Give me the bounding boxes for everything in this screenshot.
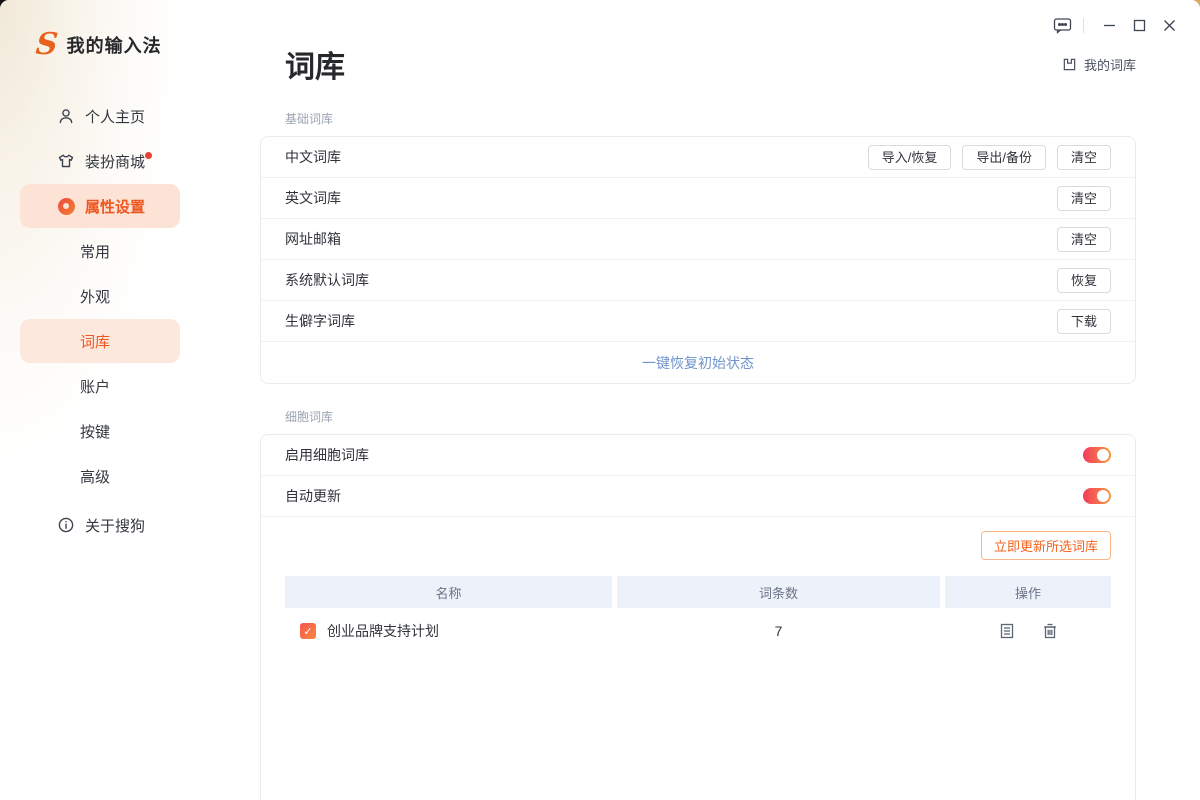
row-label: 英文词库 [285,188,341,208]
row-reset-link: 一键恢复初始状态 [261,342,1135,383]
sidebar-item-account[interactable]: 账户 [20,364,180,408]
sidebar-item-label: 关于搜狗 [85,515,145,536]
download-button[interactable]: 下载 [1057,309,1111,334]
sidebar-item-advanced[interactable]: 高级 [20,454,180,498]
close-button[interactable] [1154,12,1184,38]
clear-button[interactable]: 清空 [1057,227,1111,252]
header-operations: 操作 [945,576,1111,608]
cell-lexicon-table: 名称 词条数 操作 ✓ 创业品牌支持计划 7 [285,576,1111,654]
sidebar-item-profile[interactable]: 个人主页 [20,94,180,138]
row-english-lexicon: 英文词库 清空 [261,178,1135,219]
tshirt-icon [56,151,76,171]
sidebar-item-label: 外观 [80,286,110,307]
row-label: 自动更新 [285,486,341,506]
restore-button[interactable]: 恢复 [1057,268,1111,293]
row-label: 启用细胞词库 [285,445,369,465]
my-lexicon-label: 我的词库 [1084,55,1136,74]
sidebar-item-about[interactable]: 关于搜狗 [20,503,180,547]
sidebar-item-label: 个人主页 [85,106,145,127]
sidebar-item-appearance[interactable]: 外观 [20,274,180,318]
table-header: 名称 词条数 操作 [285,576,1111,608]
sidebar: S 我的输入法 个人主页 装扮商城 属性设置 常用 外观 词库 [0,0,200,800]
header-name: 名称 [285,576,612,608]
row-auto-update: 自动更新 [261,476,1135,517]
page-title: 词库 [285,42,345,86]
row-label: 生僻字词库 [285,311,355,331]
sidebar-item-settings[interactable]: 属性设置 [20,184,180,228]
app-title: 我的输入法 [67,32,162,58]
row-chinese-lexicon: 中文词库 导入/恢复 导出/备份 清空 [261,137,1135,178]
table-row: ✓ 创业品牌支持计划 7 [285,608,1111,654]
trash-icon[interactable] [1042,623,1058,639]
sidebar-item-keys[interactable]: 按键 [20,409,180,453]
row-label: 系统默认词库 [285,270,369,290]
bookmark-box-icon [1062,57,1077,72]
row-url-email: 网址邮箱 清空 [261,219,1135,260]
sidebar-item-label: 词库 [80,331,110,352]
main-panel: 词库 我的词库 基础词库 中文词库 导入/恢复 导出/备份 清空 [200,0,1200,800]
clear-button[interactable]: 清空 [1057,145,1111,170]
export-backup-button[interactable]: 导出/备份 [962,145,1046,170]
row-checkbox[interactable]: ✓ [300,623,316,639]
minimize-button[interactable] [1094,12,1124,38]
feedback-icon[interactable] [1047,12,1077,38]
sidebar-item-label: 账户 [80,376,110,397]
app-window: S 我的输入法 个人主页 装扮商城 属性设置 常用 外观 词库 [0,0,1200,800]
maximize-button[interactable] [1124,12,1154,38]
sidebar-item-shop[interactable]: 装扮商城 [20,139,180,183]
app-logo: S 我的输入法 [0,30,200,60]
auto-update-toggle[interactable] [1083,488,1111,504]
sidebar-item-label: 按键 [80,421,110,442]
controls-divider [1083,18,1084,33]
update-selected-button[interactable]: 立即更新所选词库 [981,531,1111,560]
update-row: 立即更新所选词库 [261,517,1135,562]
basic-lexicon-card: 中文词库 导入/恢复 导出/备份 清空 英文词库 清空 网址邮箱 [260,136,1136,384]
lexicon-name: 创业品牌支持计划 [327,621,439,641]
sidebar-item-label: 装扮商城 [85,151,145,172]
info-icon [56,515,76,535]
row-system-default: 系统默认词库 恢复 [261,260,1135,301]
cell-lexicon-card: 启用细胞词库 自动更新 立即更新所选词库 名称 词条数 操作 [260,434,1136,800]
one-key-reset-link[interactable]: 一键恢复初始状态 [642,353,754,373]
row-rare-chars: 生僻字词库 下载 [261,301,1135,342]
row-label: 中文词库 [285,147,341,167]
sidebar-item-label: 高级 [80,466,110,487]
cell-section-label: 细胞词库 [285,408,1136,425]
content-area: 词库 我的词库 基础词库 中文词库 导入/恢复 导出/备份 清空 [260,42,1136,800]
sidebar-item-common[interactable]: 常用 [20,229,180,273]
header-count: 词条数 [617,576,940,608]
import-restore-button[interactable]: 导入/恢复 [868,145,952,170]
sidebar-item-label: 常用 [80,241,110,262]
enable-cell-toggle[interactable] [1083,447,1111,463]
detail-document-icon[interactable] [999,623,1015,639]
basic-section-label: 基础词库 [285,110,1136,127]
entry-count: 7 [617,623,940,639]
sidebar-item-lexicon[interactable]: 词库 [20,319,180,363]
clear-button[interactable]: 清空 [1057,186,1111,211]
sidebar-item-label: 属性设置 [85,196,145,217]
user-icon [56,106,76,126]
my-lexicon-button[interactable]: 我的词库 [1062,55,1136,74]
window-controls [1047,12,1184,38]
settings-donut-icon [56,196,76,216]
row-enable-cell: 启用细胞词库 [261,435,1135,476]
row-label: 网址邮箱 [285,229,341,249]
notification-dot [145,152,152,159]
sogou-s-logo-icon: S [34,30,59,60]
